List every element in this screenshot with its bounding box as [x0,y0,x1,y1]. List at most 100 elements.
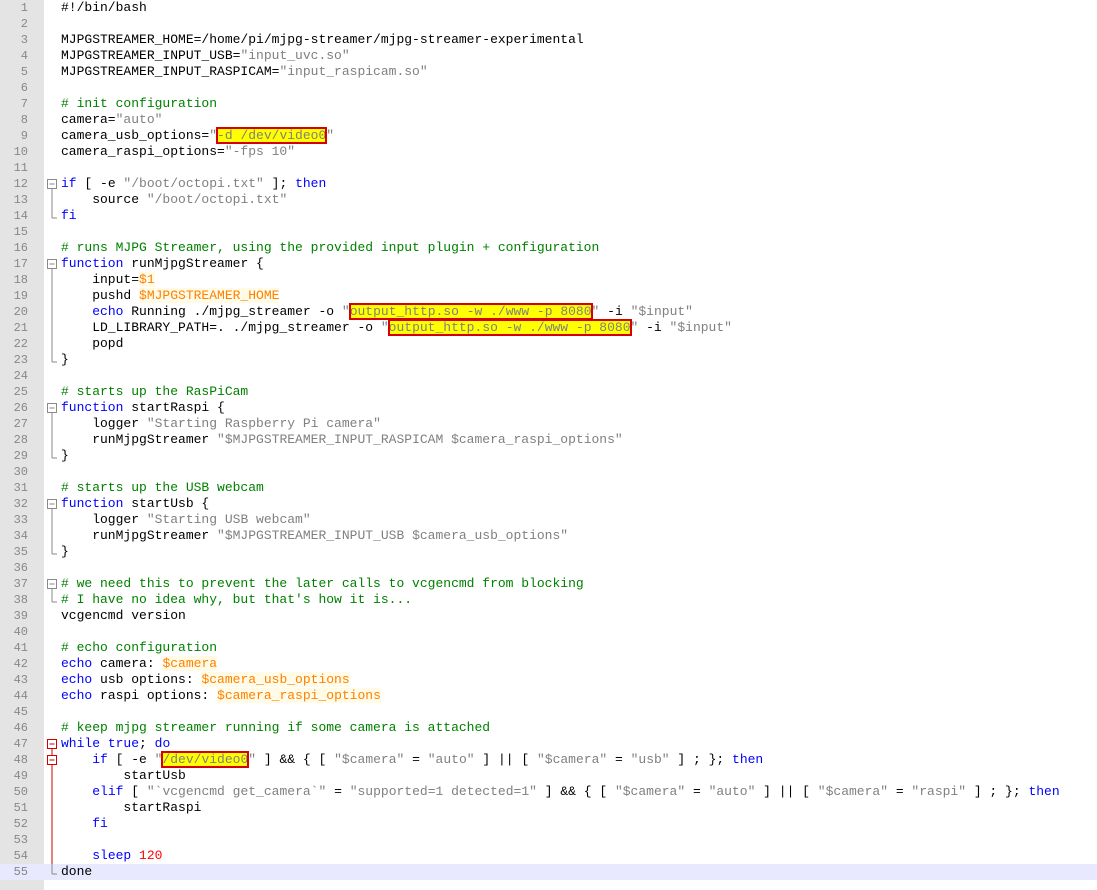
code-line[interactable]: 23} [0,352,1097,368]
code-line[interactable]: 15 [0,224,1097,240]
code-line[interactable]: 30 [0,464,1097,480]
code-line[interactable]: 41 # echo configuration [0,640,1097,656]
line-number: 41 [13,641,28,655]
code-line[interactable]: 36 [0,560,1097,576]
fold-toggle-icon[interactable] [47,576,57,592]
code-token: elif [92,784,124,799]
line-number: 20 [13,305,28,319]
code-line[interactable]: 44 echo raspi options: $camera_raspi_opti… [0,688,1097,704]
line-number: 17 [13,257,28,271]
code-token: -i [638,320,670,335]
line-code: logger "Starting Raspberry Pi camera" [61,416,381,432]
fold-toggle-icon[interactable] [47,400,57,416]
code-line[interactable]: 31 # starts up the USB webcam [0,480,1097,496]
line-code: # runs MJPG Streamer, using the provided… [61,240,599,256]
fold-toggle-icon[interactable] [47,752,57,768]
code-line[interactable]: 53 [0,832,1097,848]
highlighted-text: output_http.so -w ./www -p 8080 [348,303,593,320]
code-line[interactable]: 50 elif [ "`vcgencmd get_camera`" = "sup… [0,784,1097,800]
line-code: camera_usb_options="-d /dev/video0" [61,127,334,144]
code-line[interactable]: 11 [0,160,1097,176]
fold-toggle-icon[interactable] [47,176,57,192]
code-token: = [326,784,350,799]
code-line[interactable]: 22 popd [0,336,1097,352]
code-line[interactable]: 49 startUsb [0,768,1097,784]
fold-line-icon [47,448,57,464]
code-line[interactable]: 35} [0,544,1097,560]
code-line[interactable]: 6 [0,80,1097,96]
code-line[interactable]: 45 [0,704,1097,720]
code-line[interactable]: 10 camera_raspi_options="-fps 10" [0,144,1097,160]
code-line[interactable]: 33 logger "Starting USB webcam" [0,512,1097,528]
line-number: 49 [13,769,28,783]
code-line[interactable]: 5 MJPGSTREAMER_INPUT_RASPICAM="input_rasp… [0,64,1097,80]
line-number: 44 [13,689,28,703]
code-line[interactable]: 34 runMjpgStreamer "$MJPGSTREAMER_INPUT_… [0,528,1097,544]
line-number: 50 [13,785,28,799]
code-line[interactable]: 29} [0,448,1097,464]
line-number: 47 [13,737,28,751]
code-line[interactable]: 9 camera_usb_options="-d /dev/video0" [0,127,1097,144]
code-line[interactable]: 13 source "/boot/octopi.txt" [0,192,1097,208]
line-code: # I have no idea why, but that's how it … [61,592,412,608]
line-code: MJPGSTREAMER_INPUT_USB="input_uvc.so" [61,48,350,64]
code-line[interactable]: 51 startRaspi [0,800,1097,816]
highlighted-text: -d /dev/video0 [216,127,328,144]
code-line[interactable]: 3 MJPGSTREAMER_HOME=/home/pi/mjpg-streame… [0,32,1097,48]
code-line[interactable]: 16 # runs MJPG Streamer, using the provid… [0,240,1097,256]
code-line[interactable]: 52 fi [0,816,1097,832]
code-token: camera_raspi_options= [61,144,225,159]
code-line[interactable]: 17 function runMjpgStreamer { [0,256,1097,272]
line-code: } [61,544,69,560]
line-number: 3 [20,33,28,47]
code-line[interactable]: 48 if [ -e "/dev/video0" ] && { [ "$came… [0,751,1097,768]
code-line[interactable]: 24 [0,368,1097,384]
fold-line-icon [47,272,57,288]
code-line[interactable]: 26 function startRaspi { [0,400,1097,416]
code-line[interactable]: 1 #!/bin/bash [0,0,1097,16]
code-area[interactable]: 1 #!/bin/bash 2 3 MJPGSTREAMER_HOME=/home/pi… [0,0,1097,880]
line-code: function startRaspi { [61,400,225,416]
code-line[interactable]: 2 [0,16,1097,32]
code-line[interactable]: 28 runMjpgStreamer "$MJPGSTREAMER_INPUT_… [0,432,1097,448]
code-line[interactable]: 4 MJPGSTREAMER_INPUT_USB="input_uvc.so" [0,48,1097,64]
code-line[interactable]: 8 camera="auto" [0,112,1097,128]
code-line[interactable]: 25 # starts up the RasPiCam [0,384,1097,400]
code-editor[interactable]: 1 #!/bin/bash 2 3 MJPGSTREAMER_HOME=/home/pi… [0,0,1097,890]
code-line[interactable]: 18 input=$1 [0,272,1097,288]
code-line[interactable]: 42 echo camera: $camera [0,656,1097,672]
code-line[interactable]: 7 # init configuration [0,96,1097,112]
code-line[interactable]: 21 LD_LIBRARY_PATH=. ./mjpg_streamer -o … [0,319,1097,336]
code-line[interactable]: 39 vcgencmd version [0,608,1097,624]
code-token: ] && { [ [536,784,615,799]
line-code: } [61,448,69,464]
line-number: 32 [13,497,28,511]
code-line[interactable]: 14 fi [0,208,1097,224]
code-line[interactable]: 20 echo Running ./mjpg_streamer -o "outp… [0,303,1097,320]
code-line[interactable]: 32 function startUsb { [0,496,1097,512]
fold-toggle-icon[interactable] [47,496,57,512]
fold-line-icon [47,800,57,816]
code-line[interactable]: 12 if [ -e "/boot/octopi.txt" ]; then [0,176,1097,192]
code-token: "$camera" [614,784,686,799]
fold-toggle-icon[interactable] [47,736,57,752]
code-line[interactable]: 38 # I have no idea why, but that's how i… [0,592,1097,608]
code-line[interactable]: 19 pushd $MJPGSTREAMER_HOME [0,288,1097,304]
code-token: "auto" [427,752,475,767]
fold-line-icon [47,192,57,208]
code-line[interactable]: 55 done [0,864,1097,880]
code-token: sleep [92,848,132,863]
code-line[interactable]: 40 [0,624,1097,640]
code-line[interactable]: 43 echo usb options: $camera_usb_options [0,672,1097,688]
code-line[interactable]: 27 logger "Starting Raspberry Pi camera" [0,416,1097,432]
fold-line-icon [47,416,57,432]
code-line[interactable]: 47 while true; do [0,736,1097,752]
code-line[interactable]: 54 sleep 120 [0,848,1097,864]
code-line[interactable]: 46 # keep mjpg streamer running if some c… [0,720,1097,736]
code-token: then [732,752,764,767]
code-line[interactable]: 37 # we need this to prevent the later ca… [0,576,1097,592]
code-token: ] ; }; [669,752,733,767]
fold-toggle-icon[interactable] [47,256,57,272]
